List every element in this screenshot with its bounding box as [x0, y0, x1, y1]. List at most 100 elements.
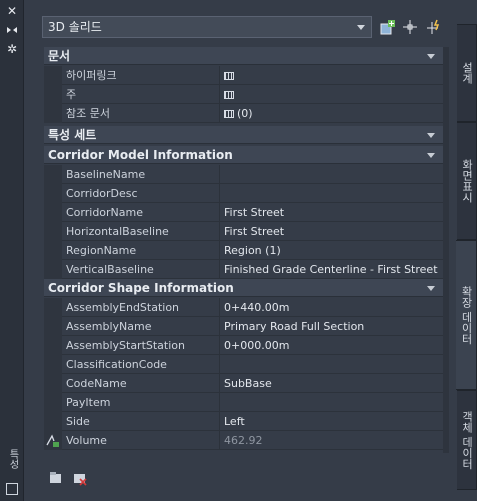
- property-row[interactable]: 참조 문서 (0): [44, 104, 443, 123]
- property-name: 하이퍼링크: [66, 66, 220, 85]
- property-row[interactable]: CorridorName First Street: [44, 203, 443, 222]
- row-gutter: [44, 336, 62, 355]
- property-name: 참조 문서: [66, 104, 220, 123]
- property-row[interactable]: HorizontalBaseline First Street: [44, 222, 443, 241]
- remove-property-set-icon[interactable]: [72, 470, 88, 486]
- property-name: CorridorDesc: [66, 184, 220, 203]
- palette-title: 특성: [7, 449, 18, 469]
- object-toolbar: 3D 솔리드: [40, 14, 450, 42]
- quick-select-icon[interactable]: [424, 17, 444, 37]
- property-row[interactable]: AssemblyName Primary Road Full Section: [44, 317, 443, 336]
- property-value[interactable]: (0): [224, 104, 443, 123]
- palette-title-strip: ✕ ✲ 특성: [0, 0, 24, 501]
- property-row[interactable]: CodeName SubBase: [44, 374, 443, 393]
- property-value[interactable]: [224, 85, 443, 104]
- property-row[interactable]: 주: [44, 85, 443, 104]
- property-name: AssemblyStartStation: [66, 336, 220, 355]
- property-row[interactable]: PayItem: [44, 393, 443, 412]
- property-name: AssemblyName: [66, 317, 220, 336]
- property-set-tools: [48, 470, 108, 488]
- table-icon[interactable]: [224, 91, 234, 99]
- chevron-down-icon: [357, 25, 365, 30]
- auto-hide-icon[interactable]: [5, 24, 19, 38]
- settings-icon[interactable]: ✲: [5, 42, 19, 56]
- property-name: AssemblyEndStation: [66, 298, 220, 317]
- object-type-value: 3D 솔리드: [48, 20, 102, 34]
- property-name: BaselineName: [66, 165, 220, 184]
- row-gutter: [44, 184, 62, 203]
- property-row[interactable]: ClassificationCode: [44, 355, 443, 374]
- property-value[interactable]: [224, 66, 443, 85]
- select-objects-icon[interactable]: [400, 17, 420, 37]
- property-name: RegionName: [66, 241, 220, 260]
- row-gutter: [44, 241, 62, 260]
- property-name: ClassificationCode: [66, 355, 220, 374]
- close-icon[interactable]: ✕: [5, 4, 19, 18]
- row-gutter: [44, 165, 62, 184]
- property-value[interactable]: Finished Grade Centerline - First Street: [224, 260, 443, 279]
- property-row[interactable]: BaselineName: [44, 165, 443, 184]
- tab-display[interactable]: 화면표시: [457, 122, 477, 240]
- category-corridor-shape-information[interactable]: Corridor Shape Information: [44, 279, 443, 297]
- property-value[interactable]: SubBase: [224, 374, 443, 393]
- add-property-set-icon[interactable]: [48, 470, 64, 486]
- property-name: Side: [66, 412, 220, 431]
- chevron-down-icon[interactable]: [427, 54, 435, 59]
- object-type-dropdown[interactable]: 3D 솔리드: [42, 16, 372, 38]
- row-gutter: [44, 203, 62, 222]
- property-value[interactable]: [224, 165, 443, 184]
- chevron-down-icon[interactable]: [427, 286, 435, 291]
- property-name: PayItem: [66, 393, 220, 412]
- property-value[interactable]: 0+000.00m: [224, 336, 443, 355]
- property-name: VerticalBaseline: [66, 260, 220, 279]
- property-row[interactable]: Volume 462.92: [44, 431, 443, 450]
- property-name: Volume: [66, 431, 220, 450]
- chevron-down-icon[interactable]: [427, 153, 435, 158]
- property-grid: 문서 하이퍼링크 주 참조 문서 (0) 특성 세트 Corridor Mode…: [44, 47, 443, 453]
- property-row[interactable]: AssemblyEndStation 0+440.00m: [44, 298, 443, 317]
- property-row[interactable]: VerticalBaseline Finished Grade Centerli…: [44, 260, 443, 279]
- property-value[interactable]: [224, 355, 443, 374]
- row-gutter: [44, 298, 62, 317]
- formula-icon: [46, 434, 59, 447]
- row-gutter: [44, 412, 62, 431]
- row-gutter: [44, 66, 62, 85]
- property-row[interactable]: 하이퍼링크: [44, 66, 443, 85]
- tab-design[interactable]: 설계: [457, 24, 477, 122]
- tab-object-data[interactable]: 객체 데이터: [457, 390, 477, 490]
- tab-extended-data[interactable]: 확장 데이터: [456, 240, 477, 390]
- properties-palette: ✕ ✲ 특성 설계 화면표시 확장 데이터 객체 데이터 3D 솔리드 문서 하…: [0, 0, 477, 501]
- row-gutter: [44, 260, 62, 279]
- chevron-down-icon[interactable]: [427, 133, 435, 138]
- property-value: 462.92: [224, 434, 263, 447]
- property-row[interactable]: RegionName Region (1): [44, 241, 443, 260]
- property-value[interactable]: Primary Road Full Section: [224, 317, 443, 336]
- property-value[interactable]: First Street: [224, 203, 443, 222]
- property-value[interactable]: [224, 393, 443, 412]
- toggle-pickadd-icon[interactable]: [378, 17, 398, 37]
- property-value[interactable]: [224, 184, 443, 203]
- palette-menu-icon[interactable]: [6, 483, 18, 495]
- row-gutter: [44, 317, 62, 336]
- table-icon[interactable]: [224, 110, 234, 118]
- property-value[interactable]: Region (1): [224, 241, 443, 260]
- table-icon[interactable]: [224, 72, 234, 80]
- property-name: 주: [66, 85, 220, 104]
- row-gutter: [44, 222, 62, 241]
- property-row[interactable]: CorridorDesc: [44, 184, 443, 203]
- property-row[interactable]: AssemblyStartStation 0+000.00m: [44, 336, 443, 355]
- property-value[interactable]: Left: [224, 412, 443, 431]
- row-gutter: [44, 431, 62, 450]
- property-name: HorizontalBaseline: [66, 222, 220, 241]
- row-gutter: [44, 85, 62, 104]
- category-property-sets[interactable]: 특성 세트: [44, 126, 443, 144]
- category-document[interactable]: 문서: [44, 47, 443, 65]
- vertical-scrollbar[interactable]: [443, 47, 449, 453]
- property-row[interactable]: Side Left: [44, 412, 443, 431]
- category-corridor-model-information[interactable]: Corridor Model Information: [44, 146, 443, 164]
- row-gutter: [44, 104, 62, 123]
- row-gutter: [44, 374, 62, 393]
- row-gutter: [44, 393, 62, 412]
- property-value[interactable]: First Street: [224, 222, 443, 241]
- property-value[interactable]: 0+440.00m: [224, 298, 443, 317]
